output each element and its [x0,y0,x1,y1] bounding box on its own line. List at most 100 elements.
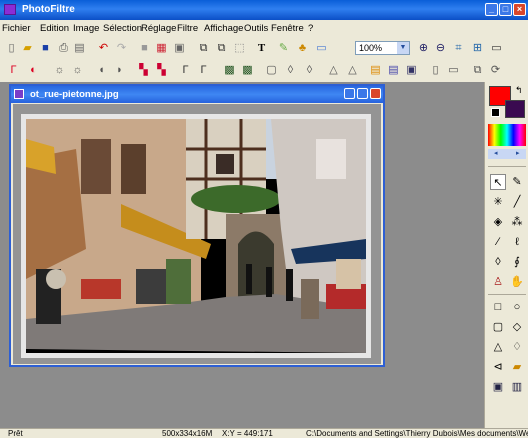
drop2-icon[interactable]: ◊ [302,63,317,78]
image-frame-icon[interactable]: ▤ [368,63,383,78]
color-spectrum[interactable] [488,124,526,146]
resize-icon[interactable]: ⧉ [470,63,485,78]
gamma-down-icon[interactable]: Γ [178,63,193,78]
triangle-shape-icon[interactable]: △ [490,339,506,355]
blur-drop-icon[interactable]: ◊ [490,254,506,270]
doc-maximize-button[interactable] [357,88,368,99]
menu-selection[interactable]: Sélection [103,23,142,34]
book-icon[interactable]: ▯ [428,63,443,78]
document-title-bar[interactable]: ot_rue-pietonne.jpg [11,86,383,103]
zoom-select[interactable]: 100% ▼ [355,41,410,55]
magic-wand-icon[interactable]: ✳ [490,194,506,210]
chevron-left-icon[interactable]: ◂ [494,149,498,157]
import-icon[interactable]: ▰ [509,359,525,375]
rotate-icon[interactable]: ⟳ [488,63,503,78]
zoom-out-icon[interactable]: ⊖ [433,41,448,56]
doc-minimize-button[interactable] [344,88,355,99]
brightness-down-icon[interactable]: ☼ [52,63,67,78]
default-colors-icon[interactable] [491,108,500,117]
dust-icon[interactable]: ▢ [264,63,279,78]
contrast-down-icon[interactable]: ◖ [94,63,109,78]
invert-icon[interactable]: ▥ [509,379,525,395]
menu-edition[interactable]: Edition [40,23,69,34]
menu-fenetre[interactable]: Fenêtre [271,23,304,34]
menu-affichage[interactable]: Affichage [204,23,243,34]
polygon-icon[interactable]: ⊲ [490,359,506,375]
back-color-swatch[interactable] [505,100,525,118]
close-button[interactable]: × [513,3,526,16]
image-frame2-icon[interactable]: ▤ [386,63,401,78]
saturation-down-icon[interactable]: ▚ [136,63,151,78]
advanced-brush-icon[interactable]: ℓ [509,234,525,250]
menu-filtre[interactable]: Filtre [177,23,198,34]
brush-icon[interactable]: ∕ [490,234,506,250]
menu-fichier[interactable]: Fichier [2,23,31,34]
doc-icon[interactable]: ▭ [446,63,461,78]
smudge-icon[interactable]: ∮ [509,254,525,270]
open-icon[interactable]: ▰ [20,41,35,56]
hand-paint-icon[interactable]: ♣ [295,41,310,56]
eyedropper-icon[interactable]: ✎ [509,174,525,190]
auto-contrast-icon[interactable]: ◐ [26,63,41,78]
drop-icon[interactable]: ◊ [283,63,298,78]
brightness-up-icon[interactable]: ☼ [70,63,85,78]
gamma-up-icon[interactable]: Γ [196,63,211,78]
fill-icon[interactable]: ◈ [490,214,506,230]
new-icon[interactable]: ▯ [4,41,19,56]
redo-icon[interactable]: ↷ [114,41,129,56]
menu-reglage[interactable]: Réglage [141,23,176,34]
pointer-icon[interactable]: ↖ [490,174,506,190]
paste-image-icon[interactable]: ⧉ [214,41,229,56]
maximize-button[interactable]: □ [499,3,512,16]
scan-icon[interactable]: ▤ [72,41,87,56]
ellipse-icon[interactable]: ○ [509,299,525,315]
triangle-icon[interactable]: △ [326,63,341,78]
color-icon[interactable]: ▦ [154,41,169,56]
saturation-up-icon[interactable]: ▚ [154,63,169,78]
full-screen-icon[interactable]: ⊞ [470,41,485,56]
photo-street-scene[interactable] [26,119,366,353]
fit-window-icon[interactable]: ⌗ [451,41,466,56]
menu-outils[interactable]: Outils [244,23,268,34]
lasso-icon[interactable]: ♢ [509,339,525,355]
line-icon[interactable]: ╱ [509,194,525,210]
effects-icon[interactable]: ✎ [276,41,291,56]
image-canvas-area[interactable] [13,104,381,364]
document-window[interactable]: ot_rue-pietonne.jpg [9,84,385,367]
gray-icon[interactable]: ▣ [172,41,187,56]
blur-icon[interactable]: ▩ [222,63,237,78]
select-all-icon[interactable]: ▣ [490,379,506,395]
menu-image[interactable]: Image [73,23,99,34]
shapes-separator [488,294,526,295]
rounded-rect-icon[interactable]: ▢ [490,319,506,335]
print-icon[interactable]: ⎙ [56,41,71,56]
text-icon[interactable]: T [254,41,269,56]
save-icon[interactable]: ■ [38,41,53,56]
fit-icon[interactable]: ▭ [314,41,329,56]
sharpen-icon[interactable]: ▩ [240,63,255,78]
doc-close-button[interactable] [370,88,381,99]
copy-image-icon[interactable]: ⧉ [196,41,211,56]
stop-icon[interactable]: ■ [137,41,152,56]
zoom-value: 100% [359,43,383,53]
zoom-in-icon[interactable]: ⊕ [416,41,431,56]
contrast-up-icon[interactable]: ◗ [112,63,127,78]
stamp-icon[interactable]: ♙ [490,274,506,290]
photofiltre-app-icon [4,4,16,15]
undo-icon[interactable]: ↶ [96,41,111,56]
monitor-icon[interactable]: ▭ [489,41,504,56]
rectangle-icon[interactable]: □ [490,299,506,315]
menu-help[interactable]: ? [308,23,313,34]
selection-icon[interactable]: ⬚ [232,41,247,56]
triangle2-icon[interactable]: △ [345,63,360,78]
minimize-button[interactable]: _ [485,3,498,16]
chevron-down-icon[interactable]: ▼ [397,42,409,54]
spectrum-scroll[interactable]: ◂ ▸ [488,149,526,159]
swap-colors-icon[interactable]: ↰ [515,85,523,96]
spray-icon[interactable]: ⁂ [509,214,525,230]
chevron-right-icon[interactable]: ▸ [516,149,520,157]
canvas-icon[interactable]: ▣ [404,63,419,78]
diamond-icon[interactable]: ◇ [509,319,525,335]
hand-icon[interactable]: ✋ [509,274,525,290]
auto-levels-icon[interactable]: Γ [6,63,21,78]
